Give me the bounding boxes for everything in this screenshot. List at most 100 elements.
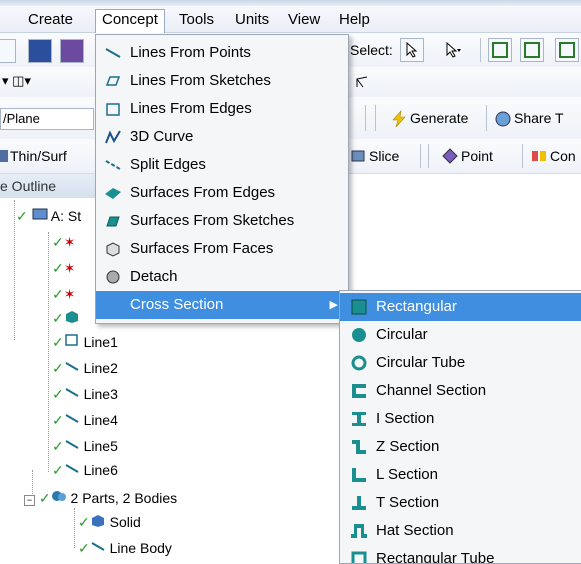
parts-icon	[51, 491, 66, 501]
tree-plane-xy[interactable]: ✓✶	[52, 232, 75, 252]
circular-icon	[352, 328, 366, 342]
submenu-item-rectangular[interactable]: Rectangular	[340, 293, 581, 321]
menu-item-lines-from-edges[interactable]: Lines From Edges	[96, 95, 348, 123]
line-body-icon	[91, 542, 105, 551]
submenu-item-hat-section[interactable]: Hat Section	[340, 517, 581, 545]
line-icon	[65, 440, 79, 449]
menu-item-label: 3D Curve	[130, 128, 194, 145]
tree-parts[interactable]: − ✓ 2 Parts, 2 Bodies	[24, 488, 177, 508]
plane-combo[interactable]: /Plane	[0, 108, 94, 130]
submenu-item-label: Circular	[376, 326, 428, 343]
tree-line-3[interactable]: ✓ Line3	[52, 384, 118, 404]
tree-feature[interactable]: ✓	[52, 308, 80, 328]
connect-icon	[532, 151, 546, 161]
tree-root-label: A: St	[50, 208, 82, 224]
solid-body-icon	[91, 515, 104, 527]
menu-item-label: Surfaces From Sketches	[130, 212, 295, 229]
rectangular-tube-icon	[351, 551, 367, 563]
menu-create[interactable]: Create	[22, 10, 79, 30]
tree-line-3-label: Line3	[83, 386, 118, 402]
connect-button[interactable]: Con	[550, 148, 576, 164]
menu-item-label: Cross Section	[130, 296, 224, 313]
z-section-icon	[352, 440, 366, 454]
menu-item-3d-curve[interactable]: 3D Curve	[96, 123, 348, 151]
submenu-item-label: Hat Section	[376, 522, 454, 539]
tree-line-body-label: Line Body	[109, 540, 172, 556]
select-body-icon[interactable]	[555, 38, 579, 62]
thin-surface-icon	[0, 150, 8, 162]
share-topology-icon	[495, 111, 511, 127]
menu-view[interactable]: View	[282, 10, 326, 30]
slice-button[interactable]: Slice	[369, 148, 399, 164]
menu-item-split-edges[interactable]: Split Edges	[96, 151, 348, 179]
lines-edges-icon	[64, 334, 78, 346]
point-icon	[442, 148, 458, 164]
menu-help[interactable]: Help	[333, 10, 376, 30]
menu-item-lines-from-points[interactable]: Lines From Points	[96, 39, 348, 67]
submenu-item-label: Rectangular	[376, 298, 457, 315]
menu-bar: Create Concept Tools Units View Help	[0, 6, 581, 34]
tree-plane-zx[interactable]: ✓✶	[52, 258, 75, 278]
submenu-item-label: L Section	[376, 466, 438, 483]
tree-parts-label: 2 Parts, 2 Bodies	[70, 490, 178, 506]
thin-surface-button[interactable]: Thin/Surf	[10, 148, 67, 164]
tree-line-5[interactable]: ✓ Line5	[52, 436, 118, 456]
tree-line-2[interactable]: ✓ Line2	[52, 358, 118, 378]
submenu-item-i-section[interactable]: I Section	[340, 405, 581, 433]
submenu-item-label: Rectangular Tube	[376, 550, 495, 564]
collapse-toggle-icon[interactable]: −	[24, 495, 35, 506]
save-as-icon[interactable]	[60, 39, 84, 63]
surface-faces-icon	[106, 242, 120, 257]
generate-button[interactable]: Generate	[410, 110, 468, 126]
tree-root[interactable]: ✓ A: St	[16, 206, 81, 226]
circular-tube-icon	[351, 355, 367, 371]
tree-plane-yz[interactable]: ✓✶	[52, 284, 75, 304]
menu-item-label: Surfaces From Faces	[130, 240, 274, 257]
rectangular-icon	[351, 299, 367, 315]
menu-item-detach[interactable]: Detach	[96, 263, 348, 291]
submenu-item-circular[interactable]: Circular	[340, 321, 581, 349]
menu-item-surfaces-from-sketches[interactable]: Surfaces From Sketches	[96, 207, 348, 235]
tree-line-6[interactable]: ✓ Line6	[52, 460, 118, 480]
select-mode-icon[interactable]	[400, 38, 424, 62]
i-section-icon	[352, 412, 366, 426]
outline-title: e Outline	[0, 178, 57, 194]
detach-icon	[106, 270, 120, 284]
view-dropdown-icon[interactable]: ▾ ◫▾	[2, 73, 31, 89]
tree-solid[interactable]: ✓ Solid	[78, 512, 141, 532]
tree-line-4[interactable]: ✓ Line4	[52, 410, 118, 430]
tree-line-1[interactable]: ✓ Line1	[52, 332, 118, 352]
slice-icon	[351, 150, 365, 162]
menu-tools[interactable]: Tools	[173, 10, 220, 30]
sketch-icon[interactable]	[355, 75, 369, 89]
point-button[interactable]: Point	[461, 148, 493, 164]
toolbar-icon[interactable]	[0, 39, 16, 63]
tree-line-body[interactable]: ✓ Line Body	[78, 538, 172, 558]
menu-concept[interactable]: Concept	[95, 9, 165, 34]
submenu-item-channel-section[interactable]: Channel Section	[340, 377, 581, 405]
submenu-item-rectangular-tube[interactable]: Rectangular Tube	[340, 545, 581, 564]
menu-item-lines-from-sketches[interactable]: Lines From Sketches	[96, 67, 348, 95]
tree-solid-label: Solid	[109, 514, 141, 530]
menu-item-surfaces-from-edges[interactable]: Surfaces From Edges	[96, 179, 348, 207]
submenu-item-z-section[interactable]: Z Section	[340, 433, 581, 461]
menu-units[interactable]: Units	[229, 10, 275, 30]
share-topology-button[interactable]: Share T	[514, 110, 564, 126]
select-edge-icon[interactable]	[520, 38, 544, 62]
l-section-icon	[352, 468, 366, 482]
cross-section-submenu: Rectangular Circular Circular Tube Chann…	[339, 290, 581, 564]
curve-3d-icon	[105, 130, 121, 144]
t-section-icon	[352, 496, 366, 510]
save-icon[interactable]	[28, 39, 52, 63]
line-edges-icon	[106, 103, 120, 116]
submenu-item-l-section[interactable]: L Section	[340, 461, 581, 489]
select-face-icon[interactable]	[488, 38, 512, 62]
menu-item-cross-section[interactable]: Cross Section ▶	[96, 291, 348, 319]
submenu-item-circular-tube[interactable]: Circular Tube	[340, 349, 581, 377]
menu-item-label: Split Edges	[130, 156, 206, 173]
menu-item-label: Lines From Edges	[130, 100, 252, 117]
tree-line-6-label: Line6	[83, 462, 118, 478]
submenu-item-t-section[interactable]: T Section	[340, 489, 581, 517]
select-filter-icon[interactable]	[440, 38, 464, 62]
menu-item-surfaces-from-faces[interactable]: Surfaces From Faces	[96, 235, 348, 263]
